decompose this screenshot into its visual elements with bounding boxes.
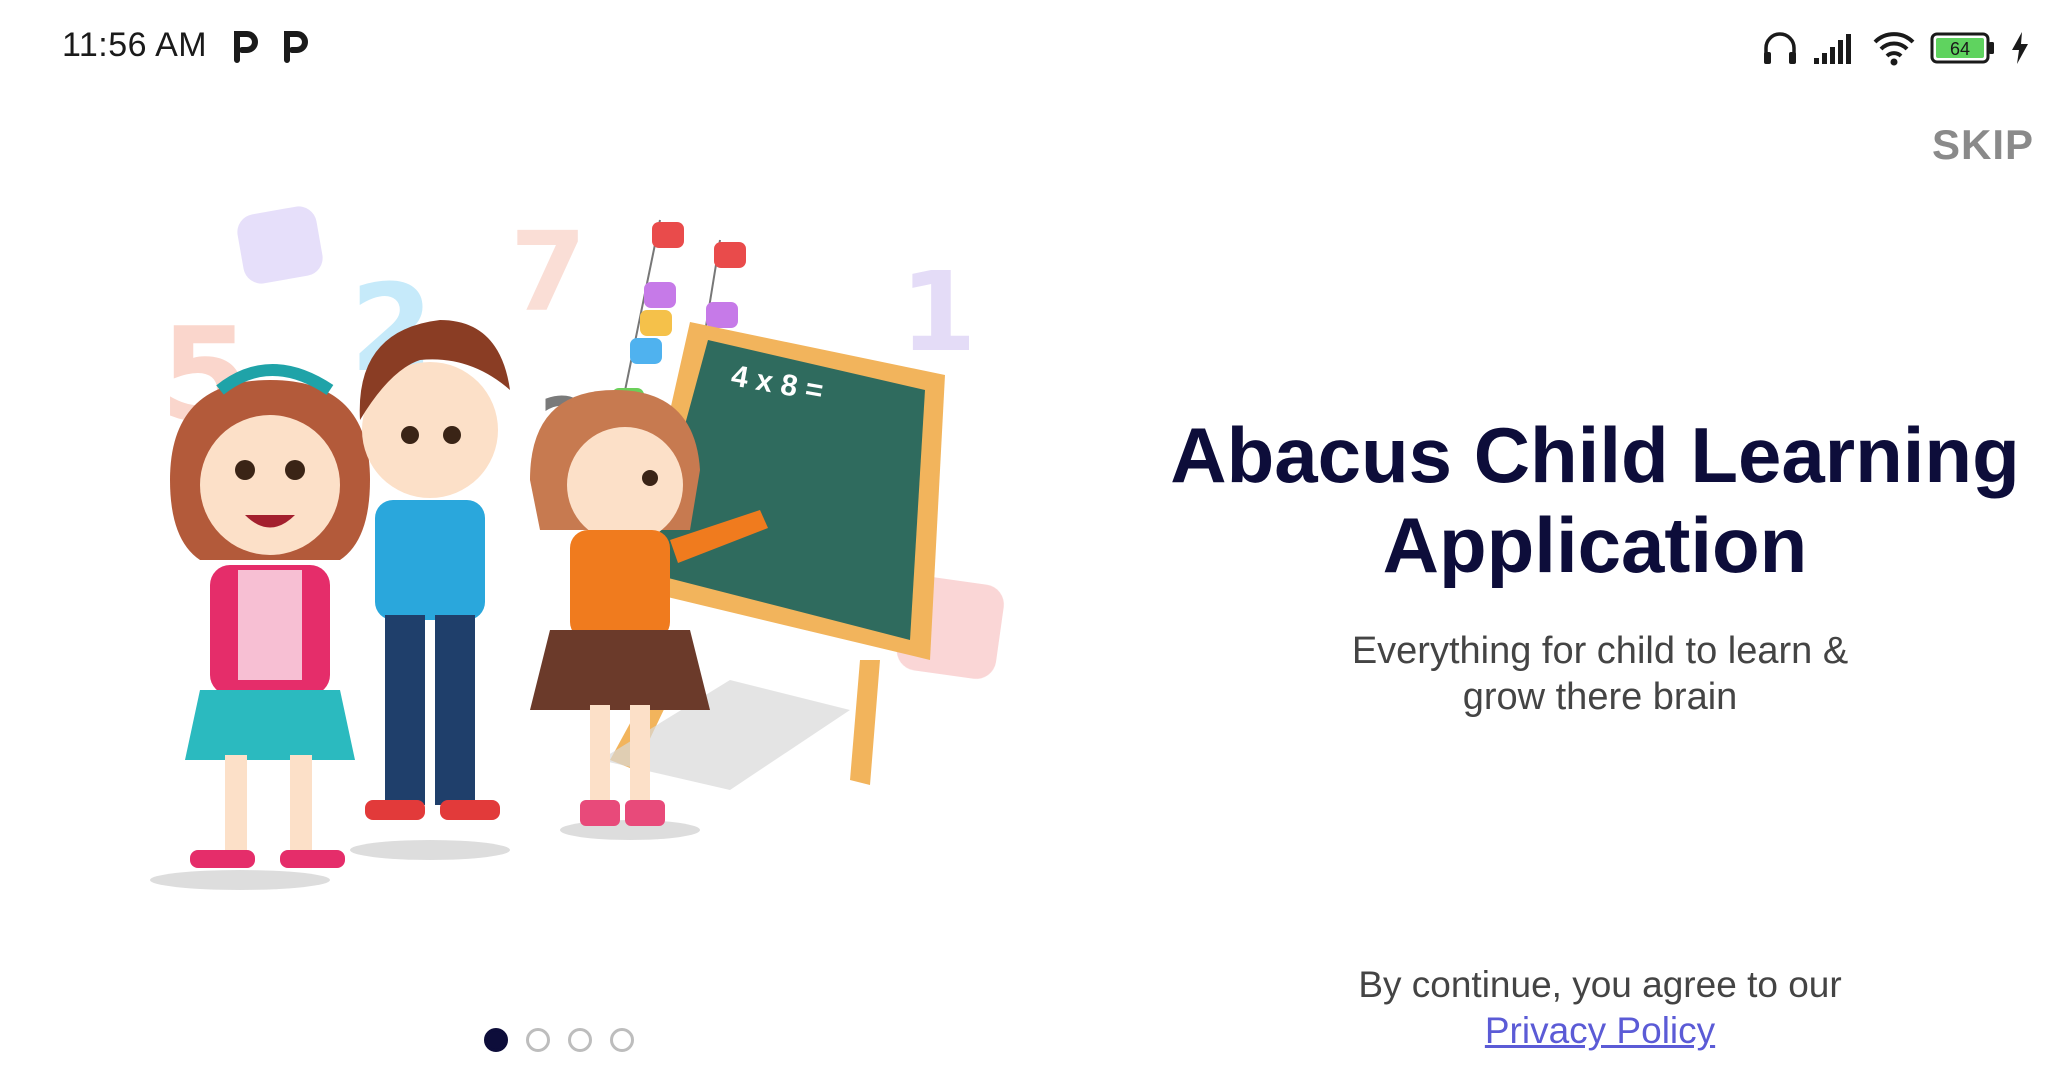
headphones-icon bbox=[1764, 32, 1796, 64]
onboarding-subtitle: Everything for child to learn & grow the… bbox=[1200, 628, 2000, 720]
onboarding-title-line2: Application bbox=[1382, 501, 1808, 589]
privacy-policy-link[interactable]: Privacy Policy bbox=[1485, 1010, 1715, 1051]
p-notification-icon bbox=[234, 31, 258, 63]
girl-left-figure bbox=[150, 364, 370, 890]
onboarding-title-line1: Abacus Child Learning bbox=[1170, 411, 2020, 499]
consent-text: By continue, you agree to our bbox=[1358, 964, 1842, 1005]
page-dot-3[interactable] bbox=[568, 1028, 592, 1052]
page-indicator bbox=[484, 1028, 634, 1052]
onboarding-subtitle-line2: grow there brain bbox=[1462, 676, 1738, 718]
status-bar: 11:56 AM 64 bbox=[0, 0, 2058, 100]
svg-text:1: 1 bbox=[900, 248, 977, 376]
skip-button[interactable]: SKIP bbox=[1924, 115, 2042, 175]
charging-icon bbox=[2012, 32, 2028, 64]
page-dot-2[interactable] bbox=[526, 1028, 550, 1052]
page-dot-1[interactable] bbox=[484, 1028, 508, 1052]
consent-footer: By continue, you agree to our Privacy Po… bbox=[1200, 962, 2000, 1054]
status-time: 11:56 AM bbox=[62, 26, 208, 64]
svg-text:7: 7 bbox=[510, 208, 587, 336]
wifi-icon bbox=[1873, 32, 1915, 66]
page-dot-4[interactable] bbox=[610, 1028, 634, 1052]
onboarding-subtitle-line1: Everything for child to learn & bbox=[1351, 630, 1849, 672]
status-icons: 64 bbox=[1760, 26, 2030, 70]
battery-icon: 64 bbox=[1930, 32, 1994, 64]
p-notification-icon bbox=[284, 31, 308, 63]
onboarding-title: Abacus Child Learning Application bbox=[1130, 410, 2058, 590]
onboarding-illustration: 5 2 7 1 4 x 8 = Abacus ? bbox=[150, 206, 1004, 890]
signal-icon bbox=[1814, 34, 1851, 64]
boy-figure bbox=[350, 320, 510, 860]
battery-level: 64 bbox=[1950, 39, 1970, 59]
